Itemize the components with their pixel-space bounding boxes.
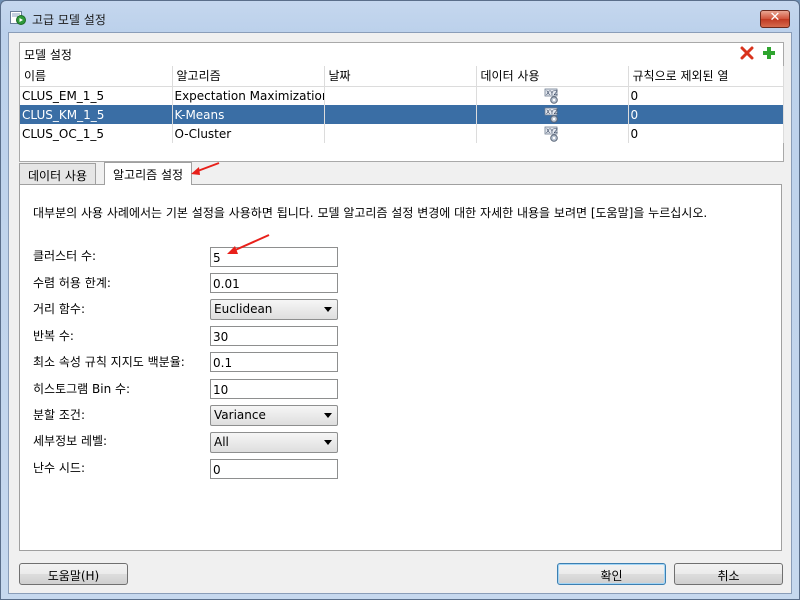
convergence-tolerance-input[interactable] (210, 273, 338, 293)
add-icon[interactable] (762, 46, 776, 60)
distance-function-select[interactable]: Euclidean (210, 299, 338, 320)
chevron-down-icon (324, 440, 332, 445)
title-bar[interactable]: 고급 모델 설정 ✕ (1, 1, 799, 33)
delete-icon[interactable] (740, 46, 754, 60)
model-settings-panel: 모델 설정 이름 알고리즘 날짜 데이터 사용 규칙으로 제외된 열 CLUS_… (19, 42, 784, 162)
panel-title: 모델 설정 (24, 48, 72, 62)
app-icon (10, 11, 26, 25)
field-label-seed: 난수 시드: (33, 461, 86, 475)
field-label-iterations: 반복 수: (33, 329, 74, 343)
cell-algorithm: K-Means (172, 105, 325, 124)
cell-excluded: 0 (628, 105, 784, 124)
random-seed-input[interactable] (210, 459, 338, 479)
table-header-row: 이름 알고리즘 날짜 데이터 사용 규칙으로 제외된 열 (20, 66, 784, 87)
window-title: 고급 모델 설정 (32, 13, 106, 27)
cell-excluded: 0 (628, 86, 784, 105)
distance-function-value: Euclidean (214, 302, 273, 316)
field-label-cluster-count: 클러스터 수: (33, 249, 97, 263)
cell-date (324, 124, 477, 143)
field-label-convergence: 수렴 허용 한계: (33, 276, 111, 290)
help-button[interactable]: 도움말(H) (19, 563, 128, 585)
table-row-selected[interactable]: CLUS_KM_1_5 K-Means XYZ 0 (20, 105, 784, 124)
iterations-input[interactable] (210, 326, 338, 346)
field-label-histogram-bins: 히스토그램 Bin 수: (33, 382, 131, 396)
ok-button[interactable]: 확인 (557, 563, 666, 585)
split-criterion-value: Variance (214, 408, 266, 422)
tab-data-usage[interactable]: 데이터 사용 (19, 163, 97, 185)
cell-name: CLUS_KM_1_5 (20, 105, 173, 124)
cell-algorithm: O-Cluster (172, 124, 325, 143)
xyz-data-icon[interactable]: XYZ (544, 88, 562, 104)
field-label-distance: 거리 함수: (33, 302, 86, 316)
close-button[interactable]: ✕ (760, 10, 790, 28)
table-row[interactable]: CLUS_EM_1_5 Expectation Maximization XYZ (20, 86, 784, 105)
cell-date (324, 105, 477, 124)
svg-text:XYZ: XYZ (546, 109, 558, 116)
cell-algorithm: Expectation Maximization (172, 86, 325, 105)
svg-text:XYZ: XYZ (546, 90, 558, 97)
info-text: 대부분의 사용 사례에서는 기본 설정을 사용하면 됩니다. 모델 알고리즘 설… (33, 206, 708, 220)
tab-algorithm-settings[interactable]: 알고리즘 설정 (104, 162, 193, 185)
chevron-down-icon (324, 413, 332, 418)
annotation-arrow (227, 234, 270, 254)
cell-data-usage[interactable]: XYZ (476, 124, 629, 143)
field-label-min-support: 최소 속성 규칙 지지도 백분율: (33, 355, 185, 369)
detail-level-value: All (214, 435, 229, 449)
xyz-data-icon[interactable]: XYZ (544, 126, 562, 142)
cell-name: CLUS_EM_1_5 (20, 86, 173, 105)
table-row[interactable]: CLUS_OC_1_5 O-Cluster XYZ 0 (20, 124, 784, 143)
cell-data-usage[interactable]: XYZ (476, 86, 629, 105)
xyz-data-icon[interactable]: XYZ (544, 107, 562, 123)
cancel-button[interactable]: 취소 (674, 563, 783, 585)
chevron-down-icon (324, 307, 332, 312)
column-header-date[interactable]: 날짜 (324, 66, 477, 87)
column-header-name[interactable]: 이름 (20, 66, 173, 87)
split-criterion-select[interactable]: Variance (210, 405, 338, 426)
column-header-excluded[interactable]: 규칙으로 제외된 열 (628, 66, 784, 87)
column-header-data-usage[interactable]: 데이터 사용 (476, 66, 629, 87)
field-label-split: 분할 조건: (33, 408, 86, 422)
dialog-body: 모델 설정 이름 알고리즘 날짜 데이터 사용 규칙으로 제외된 열 CLUS_… (8, 32, 792, 594)
cell-data-usage[interactable]: XYZ (476, 105, 629, 124)
dialog-window: 고급 모델 설정 ✕ 모델 설정 이름 알고리즘 날짜 데이터 사용 규칙으로 … (0, 0, 800, 600)
cell-excluded: 0 (628, 124, 784, 143)
min-support-input[interactable] (210, 352, 338, 372)
cell-date (324, 86, 477, 105)
cell-name: CLUS_OC_1_5 (20, 124, 173, 143)
close-icon: ✕ (769, 10, 781, 25)
annotation-arrow (191, 162, 220, 175)
field-label-detail: 세부정보 레벨: (33, 434, 108, 448)
svg-text:XYZ: XYZ (546, 128, 558, 135)
model-table: 이름 알고리즘 날짜 데이터 사용 규칙으로 제외된 열 CLUS_EM_1_5… (20, 66, 784, 143)
column-header-algorithm[interactable]: 알고리즘 (172, 66, 325, 87)
algorithm-settings-panel: 대부분의 사용 사례에서는 기본 설정을 사용하면 됩니다. 모델 알고리즘 설… (19, 184, 782, 551)
histogram-bins-input[interactable] (210, 379, 338, 399)
detail-level-select[interactable]: All (210, 432, 338, 453)
